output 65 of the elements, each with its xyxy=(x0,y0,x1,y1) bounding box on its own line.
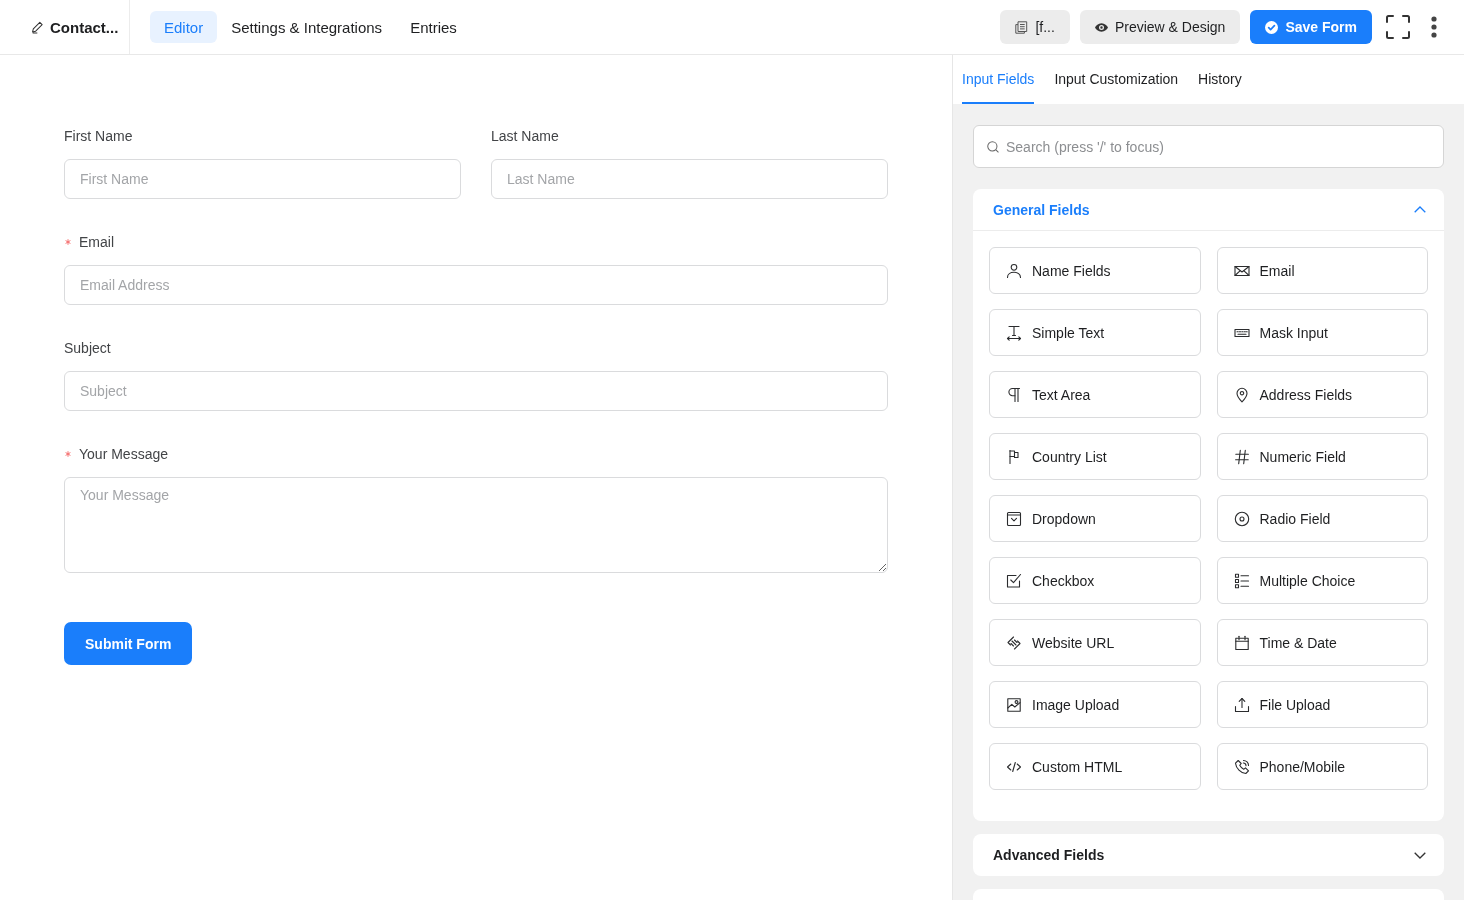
hash-icon xyxy=(1233,448,1250,465)
field-label: Your Message xyxy=(79,446,168,462)
field-type-button[interactable]: Address Fields xyxy=(1216,371,1428,418)
text-input[interactable]: Email Address xyxy=(64,265,888,305)
field-label: Subject xyxy=(64,340,111,356)
save-button[interactable]: Save Form xyxy=(1250,10,1372,44)
search-icon xyxy=(987,141,999,153)
preview-button[interactable]: Preview & Design xyxy=(1079,10,1241,44)
pencil-icon xyxy=(31,20,44,34)
field-type-button[interactable]: Multiple Choice xyxy=(1216,557,1428,604)
field-type-button[interactable]: Name Fields xyxy=(989,247,1201,294)
section-toggle[interactable]: General Fields xyxy=(973,189,1444,231)
field-type-button[interactable]: Time & Date xyxy=(1216,619,1428,666)
fullscreen-icon[interactable] xyxy=(1386,15,1410,39)
radio-icon xyxy=(1233,510,1250,527)
dropdown-box-icon xyxy=(1006,510,1022,527)
panel-tab[interactable]: Input Customization xyxy=(1054,55,1179,104)
field-type-button[interactable]: File Upload xyxy=(1216,681,1428,728)
checkbox-icon xyxy=(1006,572,1022,589)
phone-icon xyxy=(1233,758,1250,775)
field-type-button[interactable]: Phone/Mobile xyxy=(1216,743,1428,790)
chevron-up-icon xyxy=(1414,206,1426,213)
checklist-icon xyxy=(1233,572,1250,589)
field-type-button[interactable]: Image Upload xyxy=(989,681,1201,728)
text-input[interactable]: Subject xyxy=(64,371,888,411)
flag-icon xyxy=(1006,448,1022,465)
more-menu-icon[interactable] xyxy=(1431,16,1437,38)
field-label: First Name xyxy=(64,128,133,144)
nav-tab[interactable]: Settings & Integrations xyxy=(217,11,397,43)
field-type-button[interactable]: Email xyxy=(1216,247,1428,294)
field-type-button[interactable]: Numeric Field xyxy=(1216,433,1428,480)
field-type-button[interactable]: Text Area xyxy=(989,371,1201,418)
text-input[interactable]: First Name xyxy=(64,159,461,199)
field-label: Last Name xyxy=(491,128,559,144)
check-circle-icon xyxy=(1265,20,1279,34)
link-icon xyxy=(1006,634,1022,651)
person-icon xyxy=(1006,262,1022,279)
chevron-down-icon xyxy=(1414,851,1426,859)
text-width-icon xyxy=(1006,324,1022,341)
submit-button[interactable]: Submit Form xyxy=(64,622,193,665)
field-type-button[interactable]: Website URL xyxy=(989,619,1201,666)
section-toggle[interactable]: Advanced Fields xyxy=(973,834,1444,876)
field-type-button[interactable]: Dropdown xyxy=(989,495,1201,542)
copy-icon xyxy=(1015,20,1029,34)
map-pin-icon xyxy=(1233,386,1250,403)
field-type-button[interactable]: Country List xyxy=(989,433,1201,480)
field-type-button[interactable]: Radio Field xyxy=(1216,495,1428,542)
image-icon xyxy=(1006,696,1022,713)
pilcrow-icon xyxy=(1006,386,1022,403)
form-title: Contact... xyxy=(50,18,119,36)
field-type-button[interactable]: Custom HTML xyxy=(989,743,1201,790)
nav-tab[interactable]: Entries xyxy=(396,11,471,43)
field-type-button[interactable]: Simple Text xyxy=(989,309,1201,356)
field-label: Email xyxy=(79,234,114,250)
calendar-icon xyxy=(1233,634,1250,651)
text-input[interactable]: Last Name xyxy=(491,159,888,199)
shortcode-button[interactable]: [f... xyxy=(1000,10,1070,44)
message-textarea[interactable]: Your Message xyxy=(64,477,888,573)
panel-tab[interactable]: History xyxy=(1198,55,1242,104)
eye-icon xyxy=(1094,20,1108,34)
upload-icon xyxy=(1233,696,1250,713)
field-type-button[interactable]: Checkbox xyxy=(989,557,1201,604)
search-field[interactable]: Search (press '/' to focus) xyxy=(973,125,1444,168)
field-type-button[interactable]: Mask Input xyxy=(1216,309,1428,356)
panel-tab[interactable]: Input Fields xyxy=(962,55,1035,104)
